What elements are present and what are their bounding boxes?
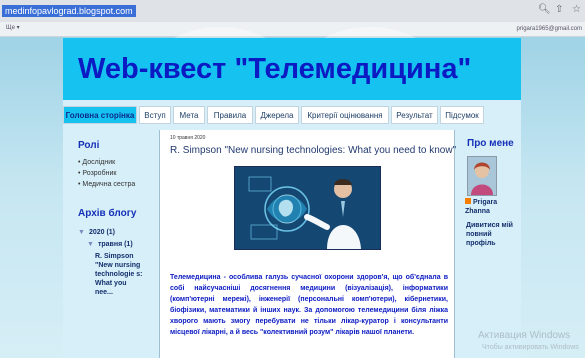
triangle-down-icon[interactable]: ▼ [87,241,94,248]
left-sidebar: Ролі • Дослідник • Розробник • Медична с… [63,130,153,358]
archive-heading: Архів блогу [78,208,137,219]
roles-heading: Ролі [78,140,100,151]
post-area: 10 травня 2020 R. Simpson "New nursing t… [159,130,456,358]
role-label: Медична сестра [82,181,136,188]
role-label: Розробник [82,170,117,177]
share-icon[interactable]: ⇧ [555,4,563,16]
role-item[interactable]: • Дослідник [78,158,115,167]
right-sidebar: Про мене Prigara Zhanna Дивитися мій пов… [455,130,521,358]
more-menu[interactable]: Ще ▾ [6,24,20,33]
tab-home[interactable]: Головна сторінка [63,106,137,124]
about-heading: Про мене [467,138,514,149]
account-email[interactable]: prigara1965@gmail.com [517,25,582,33]
role-label: Дослідник [82,159,116,166]
post-date: 10 травня 2020 [170,135,206,141]
avatar[interactable] [467,156,497,196]
tab-bar: Головна сторінка Вступ Мета Правила Джер… [63,106,521,126]
telemedicine-illustration [235,167,380,249]
post-body: Телемедицина - особлива галузь сучасної … [170,274,448,336]
blogger-icon [465,198,471,204]
browser-toolbar: medinfopavlograd.blogspot.com 🔍︎ ⇧ ☆ [0,0,585,22]
tab-goal[interactable]: Мета [173,106,205,124]
tab-rules[interactable]: Правила [207,106,253,124]
archive-year-label: 2020 (1) [88,229,116,236]
archive-month[interactable]: ▼ травня (1) [87,240,133,249]
blogger-navbar: Ще ▾ prigara1965@gmail.com [0,22,585,37]
post-image [234,166,381,250]
blog-title[interactable]: Web-квест "Телемедицина" [78,51,471,87]
profile-name[interactable]: Prigara Zhanna [465,198,521,216]
post-title[interactable]: R. Simpson "New nursing technologies: Wh… [170,144,456,157]
tab-intro[interactable]: Вступ [139,106,171,124]
tab-sources[interactable]: Джерела [255,106,299,124]
role-item[interactable]: • Розробник [78,169,116,178]
windows-activation-hint: Чтобы активировать Windows [482,344,579,351]
tab-result[interactable]: Результат [391,106,438,124]
bookmark-star-icon[interactable]: ☆ [572,4,581,16]
blog-page: Web-квест "Телемедицина" Головна сторінк… [63,38,521,358]
archive-month-label: травня (1) [97,241,133,248]
triangle-down-icon[interactable]: ▼ [78,229,85,236]
tab-criteria[interactable]: Критерії оцінювання [301,106,389,124]
view-profile-link[interactable]: Дивитися мій повний профіль [466,221,516,248]
role-item[interactable]: • Медична сестра [78,180,135,189]
address-bar[interactable]: medinfopavlograd.blogspot.com [2,5,136,17]
archive-post-link[interactable]: R. Simpson "New nursing technologie s: W… [95,252,145,297]
profile-photo [468,157,496,195]
blog-header: Web-квест "Телемедицина" [63,38,521,100]
zoom-icon[interactable]: 🔍︎ [538,4,551,16]
windows-activation-watermark: Активация Windows [478,330,571,341]
tab-summary[interactable]: Підсумок [440,106,484,124]
archive-year[interactable]: ▼ 2020 (1) [78,228,115,237]
